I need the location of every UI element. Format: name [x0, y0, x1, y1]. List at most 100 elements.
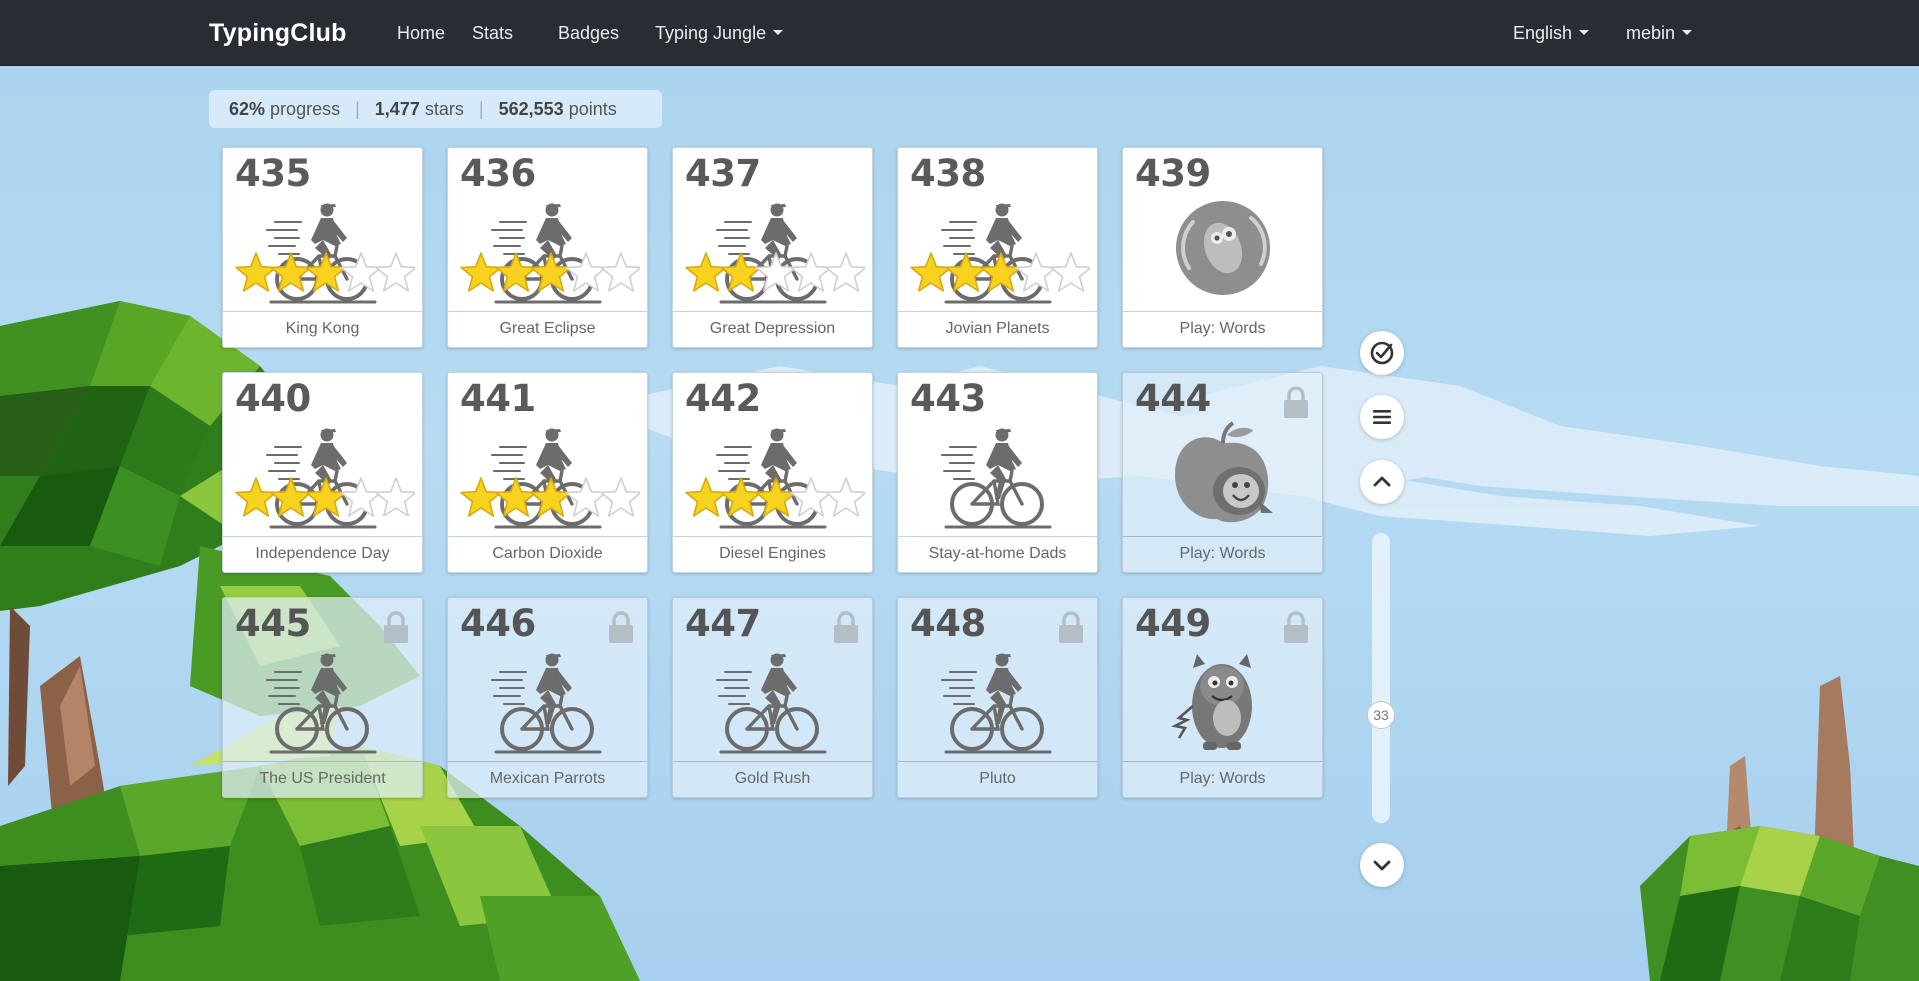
- lesson-card[interactable]: 449 Play: Words: [1122, 597, 1323, 798]
- lesson-card[interactable]: 441 Carbon Dioxide: [447, 372, 648, 573]
- lesson-card[interactable]: 439 Play: Words: [1122, 147, 1323, 348]
- lesson-card[interactable]: 448 Pluto: [897, 597, 1098, 798]
- progress-value: 62%: [229, 99, 266, 119]
- lesson-card[interactable]: 447 Gold Rush: [672, 597, 873, 798]
- lesson-card[interactable]: 444 Play: Words: [1122, 372, 1323, 573]
- star-filled-icon: [910, 252, 952, 292]
- star-empty-icon: [600, 252, 642, 292]
- star-filled-icon: [270, 252, 312, 292]
- lesson-card[interactable]: 442 Diesel Engines: [672, 372, 873, 573]
- scroll-thumb[interactable]: 33: [1367, 701, 1395, 729]
- lock-icon: [832, 611, 860, 644]
- lesson-card[interactable]: 440 Independence Day: [222, 372, 423, 573]
- lesson-card[interactable]: 438 Jovian Planets: [897, 147, 1098, 348]
- lesson-title: Gold Rush: [673, 761, 872, 797]
- lesson-number: 437: [685, 152, 761, 195]
- nav-home[interactable]: Home: [397, 23, 445, 44]
- star-empty-icon: [600, 477, 642, 517]
- lock-icon: [1282, 611, 1310, 644]
- lesson-title: King Kong: [223, 311, 422, 347]
- points-value: 562,553: [498, 99, 564, 119]
- chevron-down-icon: [1579, 29, 1590, 35]
- star-empty-icon: [825, 477, 867, 517]
- lesson-number: 442: [685, 377, 761, 420]
- star-filled-icon: [235, 252, 277, 292]
- stars-label: stars: [424, 99, 464, 119]
- star-filled-icon: [460, 477, 502, 517]
- lesson-card[interactable]: 443 Stay-at-home Dads: [897, 372, 1098, 573]
- star-empty-icon: [375, 252, 417, 292]
- check-circle-icon: [1370, 341, 1394, 365]
- lesson-title: Carbon Dioxide: [448, 536, 647, 572]
- lesson-card[interactable]: 436 Great Eclipse: [447, 147, 648, 348]
- lesson-title: Great Depression: [673, 311, 872, 347]
- game-creature-icon: [1123, 196, 1322, 306]
- lesson-card[interactable]: 446 Mexican Parrots: [447, 597, 648, 798]
- star-filled-icon: [495, 477, 537, 517]
- lesson-title: Pluto: [898, 761, 1097, 797]
- lock-icon: [607, 611, 635, 644]
- nav-typing-jungle-dropdown[interactable]: Typing Jungle: [655, 23, 784, 44]
- star-filled-icon: [530, 252, 572, 292]
- lesson-title: Stay-at-home Dads: [898, 536, 1097, 572]
- nav-badges[interactable]: Badges: [558, 23, 619, 44]
- chevron-down-icon: [1373, 860, 1391, 871]
- menu-button[interactable]: [1360, 395, 1404, 439]
- cyclist-icon: [898, 421, 1097, 531]
- points-label: points: [568, 99, 617, 119]
- scroll-down-button[interactable]: [1360, 843, 1404, 887]
- star-filled-icon: [495, 252, 537, 292]
- star-filled-icon: [720, 477, 762, 517]
- star-rating: [460, 250, 642, 296]
- star-rating: [685, 250, 867, 296]
- lock-icon: [1057, 611, 1085, 644]
- progress-summary: 62% progress | 1,477 stars | 562,553 poi…: [209, 90, 662, 128]
- star-filled-icon: [460, 252, 502, 292]
- star-empty-icon: [825, 252, 867, 292]
- star-empty-icon: [565, 252, 607, 292]
- star-rating: [685, 475, 867, 521]
- lesson-grid: 435 King Kong 436 Great Eclipse 437 Grea…: [222, 147, 1323, 798]
- star-filled-icon: [270, 477, 312, 517]
- lesson-title: Jovian Planets: [898, 311, 1097, 347]
- star-rating: [460, 475, 642, 521]
- user-name: mebin: [1626, 23, 1676, 43]
- star-filled-icon: [720, 252, 762, 292]
- scroll-up-button[interactable]: [1360, 460, 1404, 504]
- lesson-card[interactable]: 445 The US President: [222, 597, 423, 798]
- completed-filter-button[interactable]: [1360, 331, 1404, 375]
- chevron-down-icon: [1682, 29, 1693, 35]
- star-empty-icon: [565, 477, 607, 517]
- chevron-down-icon: [773, 29, 784, 35]
- lesson-card[interactable]: 435 King Kong: [222, 147, 423, 348]
- progress-label: progress: [270, 99, 341, 119]
- chevron-up-icon: [1373, 476, 1391, 487]
- lesson-number: 448: [910, 602, 986, 645]
- lesson-title: Play: Words: [1123, 536, 1322, 572]
- star-empty-icon: [340, 477, 382, 517]
- star-filled-icon: [685, 477, 727, 517]
- lesson-number: 444: [1135, 377, 1211, 420]
- lesson-card[interactable]: 437 Great Depression: [672, 147, 873, 348]
- star-empty-icon: [790, 477, 832, 517]
- scroll-track[interactable]: [1372, 533, 1390, 823]
- cyclist-icon: [223, 646, 422, 756]
- lesson-number: 439: [1135, 152, 1211, 195]
- lesson-title: Mexican Parrots: [448, 761, 647, 797]
- brand-logo[interactable]: TypingClub: [209, 19, 347, 48]
- lesson-number: 436: [460, 152, 536, 195]
- star-rating: [910, 250, 1092, 296]
- star-empty-icon: [1050, 252, 1092, 292]
- lesson-title: Diesel Engines: [673, 536, 872, 572]
- star-filled-icon: [305, 252, 347, 292]
- cyclist-icon: [898, 646, 1097, 756]
- lesson-number: 445: [235, 602, 311, 645]
- star-filled-icon: [530, 477, 572, 517]
- language-dropdown[interactable]: English: [1513, 23, 1590, 44]
- star-empty-icon: [755, 252, 797, 292]
- star-rating: [235, 475, 417, 521]
- nav-stats[interactable]: Stats: [472, 23, 513, 44]
- user-menu-dropdown[interactable]: mebin: [1626, 23, 1693, 44]
- lesson-number: 440: [235, 377, 311, 420]
- lesson-number: 438: [910, 152, 986, 195]
